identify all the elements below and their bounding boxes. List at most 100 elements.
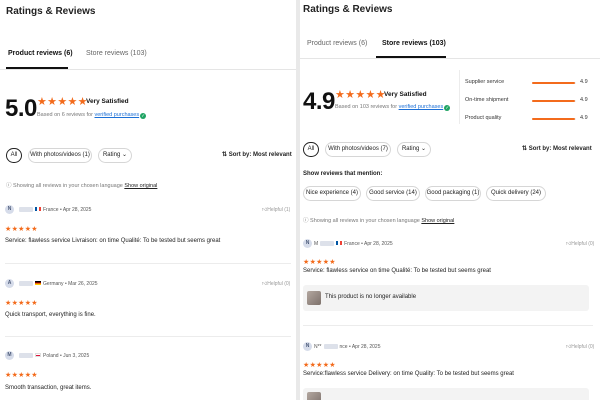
reviewer-meta: Germany • Mar 26, 2025 [17, 281, 98, 287]
mention-label: Show reviews that mention: [303, 171, 383, 177]
avatar: N [303, 239, 312, 248]
helpful-button[interactable]: 👍︎Helpful (1) [262, 207, 290, 213]
metric-value-supplier-service: 4.9 [580, 79, 588, 85]
tab-product-reviews[interactable]: Product reviews (6) [307, 40, 367, 47]
avatar: N [5, 205, 14, 214]
filter-all[interactable]: All [6, 148, 22, 163]
helpful-button[interactable]: 👍︎Helpful (0) [566, 241, 594, 247]
flag-icon [35, 353, 41, 357]
section-title: Ratings & Reviews [303, 4, 393, 15]
avatar: A [5, 279, 14, 288]
blurred-name [19, 353, 33, 358]
reviewer-name: N** [314, 344, 322, 350]
tab-store-reviews[interactable]: Store reviews (103) [382, 40, 446, 47]
satisfaction-label: Very Satisfied [384, 91, 427, 98]
mention-chip[interactable]: Quick delivery (24) [486, 186, 546, 201]
review-date: Jun 3, 2025 [63, 353, 90, 359]
tabs-divider [0, 69, 296, 70]
product-card[interactable] [303, 388, 589, 400]
mention-chip[interactable]: Good packaging (1) [425, 186, 481, 201]
reviewer-country: France [344, 241, 360, 247]
section-title: Ratings & Reviews [6, 6, 96, 17]
avatar: M [5, 351, 14, 360]
sort-label: Sort by: Most relevant [228, 152, 292, 158]
metric-bar-fill [532, 100, 576, 102]
blurred-name [19, 207, 33, 212]
review-text: Service: flawless service Livraison: on … [5, 238, 221, 244]
reviewer-country: Poland [43, 353, 59, 359]
review-text: Quick transport, everything is fine. [5, 312, 96, 318]
reviewer-country: France [43, 207, 59, 213]
filter-rating-label: Rating [102, 152, 121, 158]
filter-all[interactable]: All [303, 142, 319, 157]
metric-bar-supplier-service [532, 82, 576, 84]
based-on-text: Based on 103 reviews for verified purcha… [335, 104, 451, 111]
product-thumbnail [307, 392, 321, 400]
filter-rating[interactable]: Rating ⌄ [98, 148, 132, 163]
check-icon: ✓ [444, 105, 451, 111]
filter-with-photos[interactable]: With photos/videos (1) [28, 148, 92, 163]
mention-chip[interactable]: Good service (14) [366, 186, 420, 201]
right-panel: Ratings & Reviews Product reviews (6) St… [300, 0, 600, 400]
reviewer-country: nce [339, 344, 348, 350]
reviewer-meta: France • Apr 28, 2025 [17, 207, 91, 213]
review-stars: ★★★★★ [5, 226, 38, 233]
unavailable-product-card[interactable]: This product is no longer available [303, 285, 589, 311]
based-on-text: Based on 6 reviews for verified purchase… [37, 112, 147, 119]
helpful-button[interactable]: 👍︎Helpful (0) [262, 281, 290, 287]
metric-bar-on-time-shipment [532, 100, 576, 102]
overall-score: 5.0 [5, 95, 37, 122]
check-icon: ✓ [140, 113, 147, 119]
language-note: ⓘ Showing all reviews in your chosen lan… [6, 181, 157, 189]
based-on-prefix: Based on 103 reviews for [335, 104, 399, 110]
tab-store-reviews[interactable]: Store reviews (103) [86, 50, 147, 57]
helpful-count: Helpful (0) [267, 281, 291, 287]
flag-icon [336, 241, 343, 245]
review-date: Apr 28, 2025 [364, 241, 393, 247]
review-text: Service: flawless service on time Qualit… [303, 268, 491, 274]
tabs-divider [300, 58, 600, 59]
language-note: ⓘ Showing all reviews in your chosen lan… [303, 216, 454, 224]
sort-dropdown[interactable]: ⇅ Sort by: Most relevant [522, 145, 592, 152]
metric-label-on-time-shipment: On-time shipment [465, 97, 509, 103]
based-on-prefix: Based on 6 reviews for [37, 112, 95, 118]
tab-product-reviews[interactable]: Product reviews (6) [8, 50, 73, 57]
metric-value-on-time-shipment: 4.9 [580, 97, 588, 103]
sort-icon: ⇅ [522, 146, 528, 152]
filter-rating-label: Rating [401, 146, 420, 152]
filter-rating[interactable]: Rating ⌄ [397, 142, 431, 157]
sort-label: Sort by: Most relevant [528, 146, 592, 152]
reviewer-country: Germany [43, 281, 64, 287]
reviewer-meta: Poland • Jun 3, 2025 [17, 353, 89, 359]
review-separator [5, 263, 291, 264]
metrics-divider [459, 70, 460, 124]
metric-label-product-quality: Product quality [465, 115, 502, 121]
review-stars: ★★★★★ [5, 300, 38, 307]
overall-score: 4.9 [303, 88, 335, 115]
overall-stars: ★★★★★ [37, 96, 88, 108]
verified-purchases-link[interactable]: verified purchases [399, 104, 444, 110]
metric-bar-fill [532, 118, 576, 120]
sort-icon: ⇅ [222, 152, 228, 158]
review-separator [5, 336, 291, 337]
review-stars: ★★★★★ [5, 372, 38, 379]
helpful-button[interactable]: 👍︎Helpful (0) [566, 344, 594, 350]
verified-purchases-link[interactable]: verified purchases [94, 112, 139, 118]
language-note-text: Showing all reviews in your chosen langu… [13, 183, 123, 189]
show-original-link[interactable]: Show original [421, 218, 454, 224]
review-stars: ★★★★★ [303, 362, 336, 369]
sort-dropdown[interactable]: ⇅ Sort by: Most relevant [222, 151, 292, 158]
metric-label-supplier-service: Supplier service [465, 79, 505, 85]
review-separator [303, 325, 593, 326]
helpful-count: Helpful (1) [267, 207, 291, 213]
metric-value-product-quality: 4.9 [580, 115, 588, 121]
info-icon: ⓘ [6, 183, 12, 189]
flag-icon [35, 281, 41, 285]
reviewer-meta: M France • Apr 28, 2025 [314, 241, 393, 247]
show-original-link[interactable]: Show original [124, 183, 157, 189]
mention-chip[interactable]: Nice experience (4) [303, 186, 361, 201]
avatar: N [303, 342, 312, 351]
helpful-count: Helpful (0) [571, 241, 595, 247]
filter-with-photos[interactable]: With photos/videos (7) [325, 142, 391, 157]
flag-icon [35, 207, 41, 211]
